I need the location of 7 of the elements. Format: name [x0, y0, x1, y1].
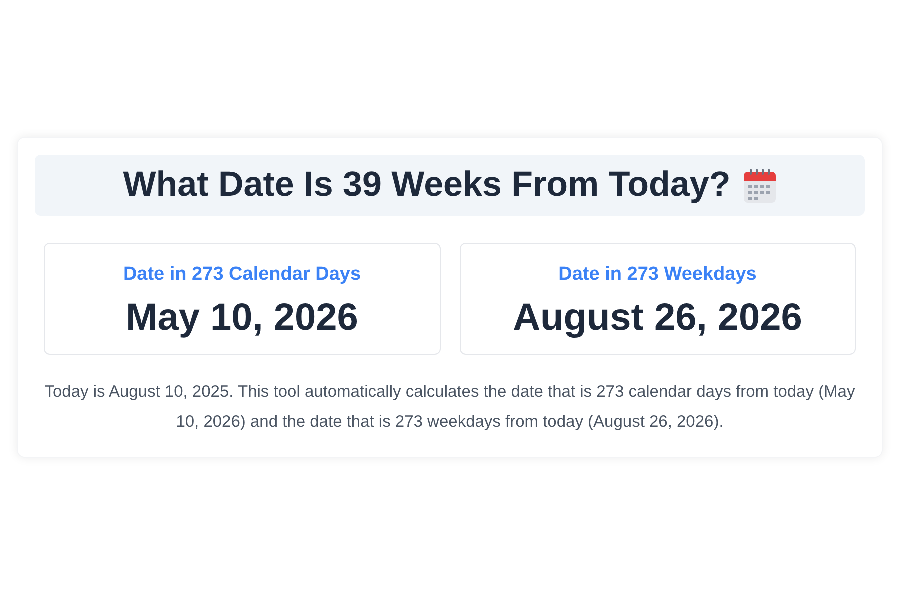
- result-date: May 10, 2026: [126, 299, 358, 338]
- result-date: August 26, 2026: [513, 299, 802, 338]
- result-label: Date in 273 Weekdays: [558, 262, 757, 287]
- description-text: Today is August 10, 2025. This tool automatically calculates the date that is 273 calendar days from today (May 10, 2026) and the date that is 273 weekdays from today (August 26, 2026).: [44, 382, 856, 433]
- result-label: Date in 273 Calendar Days: [123, 262, 362, 287]
- calendar-icon: [742, 168, 777, 204]
- page-title: What Date Is 39 Weeks From Today?: [123, 164, 731, 206]
